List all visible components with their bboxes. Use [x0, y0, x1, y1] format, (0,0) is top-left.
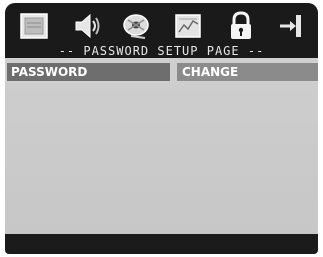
exit-icon[interactable]: [273, 10, 307, 42]
bottom-status-bar: [5, 234, 318, 254]
change-option[interactable]: CHANGE: [177, 63, 318, 81]
setup-menu-screen: -- PASSWORD SETUP PAGE -- PASSWORD CHANG…: [5, 3, 318, 254]
video-setup-icon[interactable]: [120, 10, 154, 42]
settings-panel: [5, 83, 318, 235]
preference-setup-icon[interactable]: [171, 10, 205, 42]
password-lock-icon[interactable]: [224, 10, 258, 42]
general-setup-icon[interactable]: [17, 10, 51, 42]
password-label: PASSWORD: [7, 63, 170, 81]
page-title: -- PASSWORD SETUP PAGE --: [5, 44, 318, 58]
settings-row-password[interactable]: PASSWORD CHANGE: [5, 63, 318, 81]
audio-setup-icon[interactable]: [69, 10, 103, 42]
